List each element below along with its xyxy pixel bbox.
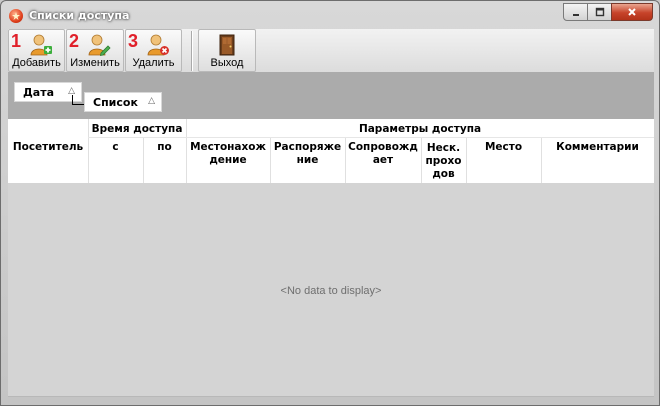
- header-divider: [541, 137, 542, 183]
- toolbar: 1 Добавить 2 Изменить 3 Удалить Выход: [8, 29, 654, 72]
- band-access-time[interactable]: Время доступа: [88, 121, 186, 137]
- add-label: Добавить: [12, 57, 61, 69]
- window-controls: [563, 3, 653, 21]
- group-chip-list[interactable]: Список △: [84, 92, 162, 112]
- band-access-params[interactable]: Параметры доступа: [186, 121, 654, 137]
- header-divider: [345, 137, 346, 183]
- header-divider: [270, 137, 271, 183]
- edit-label: Изменить: [70, 57, 120, 69]
- maximize-icon: [595, 7, 604, 17]
- app-icon: [9, 9, 23, 23]
- add-button[interactable]: 1 Добавить: [8, 29, 65, 72]
- user-edit-icon: [89, 34, 112, 57]
- col-to[interactable]: по: [143, 137, 186, 157]
- delete-label: Удалить: [132, 57, 175, 69]
- close-button[interactable]: [611, 3, 653, 21]
- close-icon: [628, 8, 636, 16]
- maximize-button[interactable]: [587, 3, 612, 21]
- no-data-message: <No data to display>: [280, 285, 382, 297]
- col-comments[interactable]: Комментарии: [541, 137, 654, 157]
- user-delete-icon: [147, 34, 169, 56]
- header-divider: [88, 119, 89, 183]
- delete-button[interactable]: 3 Удалить: [125, 29, 182, 72]
- group-by-panel: Дата △ Список △: [8, 72, 654, 119]
- col-multi-pass[interactable]: Неск. прохо дов: [421, 139, 466, 183]
- col-location[interactable]: Местонахож дение: [186, 139, 270, 169]
- group-connector: [72, 95, 84, 105]
- delete-number: 3: [128, 31, 139, 51]
- col-visitor[interactable]: Посетитель: [8, 137, 88, 157]
- edit-button[interactable]: 2 Изменить: [66, 29, 124, 72]
- grid-body[interactable]: <No data to display>: [8, 183, 654, 397]
- header-divider: [143, 137, 144, 183]
- toolbar-separator: [191, 31, 193, 71]
- title-bar: Списки доступа: [1, 1, 659, 29]
- header-divider: [466, 137, 467, 183]
- col-from[interactable]: с: [88, 137, 143, 157]
- col-escort[interactable]: Сопровожд ает: [345, 139, 421, 169]
- add-number: 1: [11, 31, 22, 51]
- minimize-button[interactable]: [563, 3, 588, 21]
- header-divider: [186, 119, 187, 183]
- col-order[interactable]: Распоряже ние: [270, 139, 345, 169]
- exit-button[interactable]: Выход: [198, 29, 256, 72]
- user-add-icon: [30, 34, 52, 56]
- minimize-icon: [572, 14, 579, 16]
- group-chip-list-label: Список: [93, 95, 138, 109]
- header-divider: [421, 137, 422, 183]
- window-title: Списки доступа: [29, 9, 130, 22]
- sort-asc-icon: △: [148, 96, 155, 106]
- group-chip-date-label: Дата: [23, 85, 55, 99]
- door-exit-icon: [219, 34, 235, 56]
- access-lists-window: Списки доступа 1 Добавить 2 Изменить 3 У…: [0, 0, 660, 406]
- band-divider: [88, 137, 654, 138]
- col-place[interactable]: Место: [466, 137, 541, 157]
- grid-header: Время доступа Параметры доступа Посетите…: [8, 119, 654, 183]
- edit-number: 2: [69, 31, 80, 51]
- exit-label: Выход: [210, 57, 244, 69]
